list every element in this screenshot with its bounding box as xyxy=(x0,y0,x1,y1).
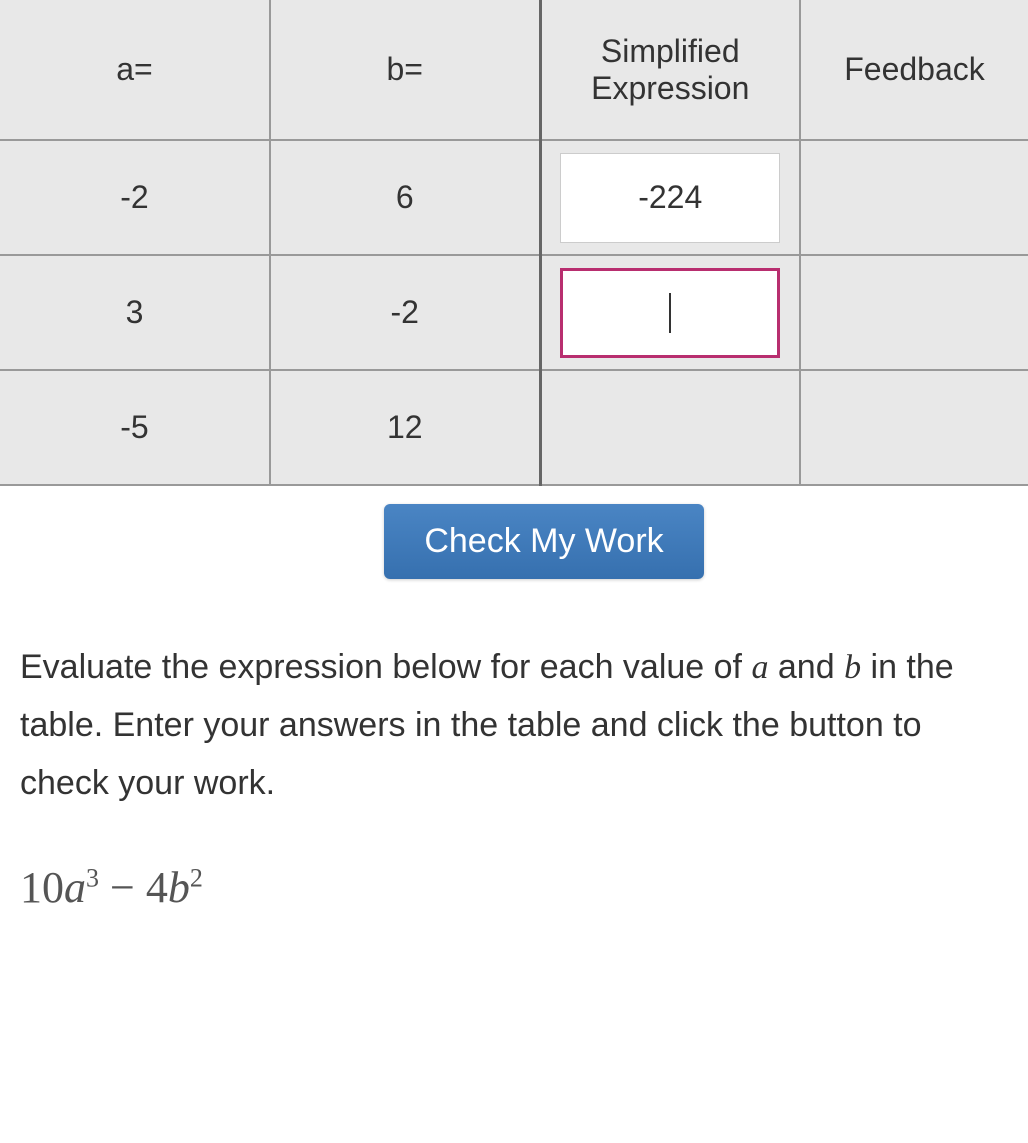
answer-table-container: a= b= Simplified Expression Feedback -2 … xyxy=(0,0,1028,486)
cell-answer-1: -224 xyxy=(540,140,800,255)
cell-answer-3 xyxy=(540,370,800,485)
cell-a-1: -2 xyxy=(0,140,270,255)
table-row: -5 12 xyxy=(0,370,1028,485)
cell-answer-2 xyxy=(540,255,800,370)
instructions-text: Evaluate the expression below for each v… xyxy=(0,609,1028,812)
expr-coef2: 4 xyxy=(146,863,168,912)
header-b: b= xyxy=(270,0,540,140)
table-row: -2 6 -224 xyxy=(0,140,1028,255)
cell-b-1: 6 xyxy=(270,140,540,255)
cell-feedback-2 xyxy=(800,255,1028,370)
cell-feedback-3 xyxy=(800,370,1028,485)
check-my-work-button[interactable]: Check My Work xyxy=(384,504,703,579)
cell-a-3: -5 xyxy=(0,370,270,485)
header-expression: Simplified Expression xyxy=(540,0,800,140)
answer-input-3[interactable] xyxy=(560,383,780,473)
expr-op: − xyxy=(99,863,146,912)
table-header-row: a= b= Simplified Expression Feedback xyxy=(0,0,1028,140)
table-row: 3 -2 xyxy=(0,255,1028,370)
cell-feedback-1 xyxy=(800,140,1028,255)
cell-b-2: -2 xyxy=(270,255,540,370)
header-feedback: Feedback xyxy=(800,0,1028,140)
expr-exp1: 3 xyxy=(86,864,99,893)
instructions-part2: and xyxy=(768,648,844,686)
expr-var2: b xyxy=(168,863,190,912)
cell-b-3: 12 xyxy=(270,370,540,485)
answer-table: a= b= Simplified Expression Feedback -2 … xyxy=(0,0,1028,486)
expr-var1: a xyxy=(64,863,86,912)
header-a: a= xyxy=(0,0,270,140)
variable-a: a xyxy=(751,649,768,686)
answer-input-2[interactable] xyxy=(560,268,780,358)
math-expression: 10a3 − 4b2 xyxy=(0,812,1028,913)
cell-a-2: 3 xyxy=(0,255,270,370)
answer-input-1[interactable]: -224 xyxy=(560,153,780,243)
button-row: Check My Work xyxy=(60,486,1028,609)
text-cursor xyxy=(669,293,671,333)
variable-b: b xyxy=(844,649,861,686)
expr-coef1: 10 xyxy=(20,863,64,912)
instructions-part1: Evaluate the expression below for each v… xyxy=(20,648,751,686)
expr-exp2: 2 xyxy=(190,864,203,893)
